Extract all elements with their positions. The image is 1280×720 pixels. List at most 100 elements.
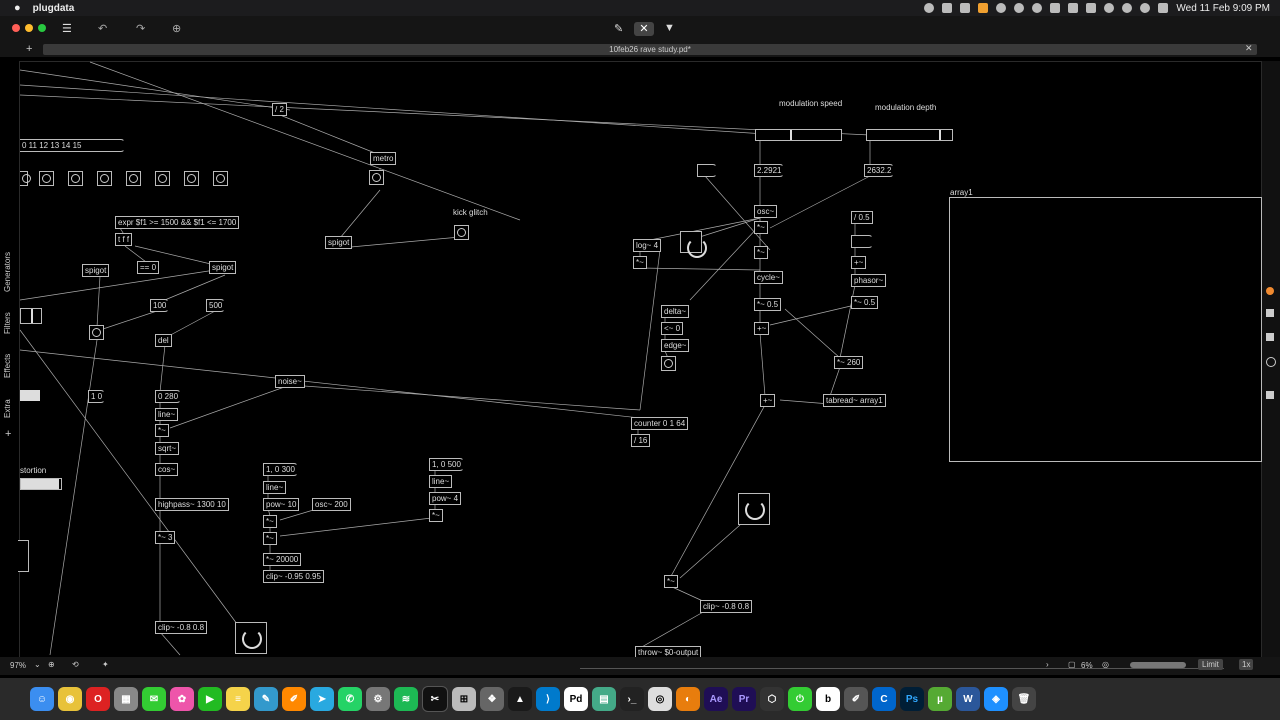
dock-toggl[interactable]: ⏻ (788, 687, 812, 711)
obj-lt0[interactable]: <~ 0 (661, 322, 684, 335)
obj-mul-c[interactable]: *~ (263, 532, 277, 545)
dock-launchpad[interactable]: ▦ (114, 687, 138, 711)
edit-mode-icon[interactable]: ✎ (614, 22, 623, 35)
dock-photo[interactable]: ▤ (592, 687, 616, 711)
dock-premiere[interactable]: Pr (732, 687, 756, 711)
zoom-window-button[interactable] (38, 24, 46, 32)
obj-pow10[interactable]: pow~ 10 (263, 498, 300, 511)
slider-fill[interactable] (21, 479, 59, 489)
obj-add-b[interactable]: +~ (851, 256, 867, 269)
dock-photos[interactable]: ✿ (170, 687, 194, 711)
zoom-dropdown-icon[interactable]: ⌄ (34, 660, 41, 669)
dock-plugdata[interactable]: ◎ (648, 687, 672, 711)
redo-icon[interactable]: ↷ (136, 22, 145, 35)
limit-toggle[interactable]: Limit (1198, 659, 1223, 670)
zoom-level[interactable]: 97% (10, 661, 26, 670)
obj-pow4[interactable]: pow~ 4 (429, 492, 462, 505)
expand-icon[interactable]: › (1046, 660, 1049, 669)
sliders-icon[interactable] (1266, 333, 1274, 341)
clock[interactable]: Wed 11 Feb 9:09 PM (1176, 3, 1270, 14)
bang-row-5[interactable] (155, 171, 170, 186)
oversampling-button[interactable]: 1x (1239, 659, 1254, 670)
bang-kick-glitch[interactable] (454, 225, 469, 240)
pen-tool-icon[interactable] (960, 3, 971, 13)
msg-100[interactable]: 100 (150, 299, 170, 312)
dock-pages[interactable]: ✐ (282, 687, 306, 711)
knob-log[interactable] (680, 231, 707, 258)
sidebar-item-extra[interactable]: Extra (3, 399, 12, 418)
obj-eq0[interactable]: == 0 (137, 261, 160, 274)
obj-del[interactable]: del (155, 334, 172, 347)
obj-mul-b[interactable]: *~ (263, 515, 277, 528)
obj-phasor[interactable]: phasor~ (851, 274, 887, 287)
input-source-icon[interactable] (1086, 3, 1097, 13)
obj-clip-a[interactable]: clip~ -0.8 0.8 (155, 621, 208, 634)
dock-telegram[interactable]: ➤ (310, 687, 334, 711)
obj-osc200[interactable]: osc~ 200 (312, 498, 351, 511)
wifi-icon[interactable] (1122, 3, 1133, 13)
toggle-block[interactable] (20, 390, 40, 401)
msg-0-280[interactable]: 0 280 (155, 390, 182, 403)
obj-mul05-a[interactable]: *~ 0.5 (754, 298, 782, 311)
msg-1-0[interactable]: 1 0 (88, 390, 106, 403)
bang-metro[interactable] (369, 170, 384, 185)
bang-edge[interactable] (661, 356, 676, 371)
obj-line-c[interactable]: line~ (429, 475, 453, 488)
dock-word[interactable]: W (956, 687, 980, 711)
obj-expr[interactable]: expr $f1 >= 1500 && $f1 <= 1700 (115, 216, 240, 229)
dock-chrome[interactable]: ◉ (58, 687, 82, 711)
modulation-depth-slider[interactable] (866, 129, 953, 141)
connection-style-icon[interactable]: ⟲ (72, 660, 79, 669)
bang-row-1[interactable] (39, 171, 54, 186)
display-icon[interactable] (942, 3, 953, 13)
dock-trash[interactable]: 🗑 (1012, 687, 1036, 711)
focus-icon[interactable] (1014, 3, 1025, 13)
distortion-slider[interactable] (20, 478, 62, 490)
obj-log4[interactable]: log~ 4 (633, 239, 662, 252)
dock-opera[interactable]: O (86, 687, 110, 711)
obj-counter[interactable]: counter 0 1 64 (631, 417, 689, 430)
dock-after-effects[interactable]: Ae (704, 687, 728, 711)
dock-facetime[interactable]: ▶ (198, 687, 222, 711)
obj-delta[interactable]: delta~ (661, 305, 690, 318)
obj-mul05-b[interactable]: *~ 0.5 (851, 296, 879, 309)
obj-cycle[interactable]: cycle~ (754, 271, 783, 284)
obj-mul3[interactable]: *~ 3 (155, 531, 176, 544)
bang-del[interactable] (89, 325, 104, 340)
new-tab-icon[interactable]: + (26, 43, 32, 55)
toggle[interactable] (20, 308, 42, 324)
obj-clip-c[interactable]: clip~ -0.8 0.8 (700, 600, 753, 613)
bang-row-7[interactable] (213, 171, 228, 186)
obj-mul-f[interactable]: *~ (754, 221, 768, 234)
document-icon[interactable] (1266, 309, 1274, 317)
obj-edge[interactable]: edge~ (661, 339, 690, 352)
obj-line-a[interactable]: line~ (155, 408, 179, 421)
dock-capcut[interactable]: ✂ (422, 686, 448, 712)
obj-div05[interactable]: / 0.5 (851, 211, 873, 224)
wrench-icon[interactable] (1266, 391, 1274, 399)
obj-osc[interactable]: osc~ (754, 205, 778, 218)
dock-whatsapp[interactable]: ✆ (338, 687, 362, 711)
dock-spotify[interactable]: ≋ (394, 687, 418, 711)
keyboard-icon[interactable] (1050, 3, 1061, 13)
dock-cursor[interactable]: C (872, 687, 896, 711)
volume-slider[interactable] (1130, 662, 1186, 668)
dsp-icon[interactable]: ◎ (1102, 660, 1109, 669)
bluetooth-icon[interactable] (1104, 3, 1115, 13)
add-object-icon[interactable]: ⊕ (172, 22, 181, 35)
obj-add-c[interactable]: +~ (760, 394, 776, 407)
dock-safari[interactable]: ◈ (984, 687, 1008, 711)
dock-blender[interactable]: ◐ (676, 687, 700, 711)
palette-icon[interactable] (1266, 287, 1274, 295)
dock-vscode[interactable]: ⟩ (536, 687, 560, 711)
obj-spigot-right[interactable]: spigot (209, 261, 237, 274)
obj-add-a[interactable]: +~ (754, 322, 770, 335)
run-mode-icon[interactable]: ✕ (634, 22, 654, 36)
sidebar-add-icon[interactable]: + (5, 428, 11, 440)
search-icon[interactable] (1266, 357, 1276, 367)
dock-edit[interactable]: ✐ (844, 687, 868, 711)
dock-inkscape[interactable]: ▲ (508, 687, 532, 711)
obj-mul-g[interactable]: *~ (754, 246, 768, 259)
search-icon[interactable] (1140, 3, 1151, 13)
obj-tff[interactable]: t f f (115, 233, 133, 246)
